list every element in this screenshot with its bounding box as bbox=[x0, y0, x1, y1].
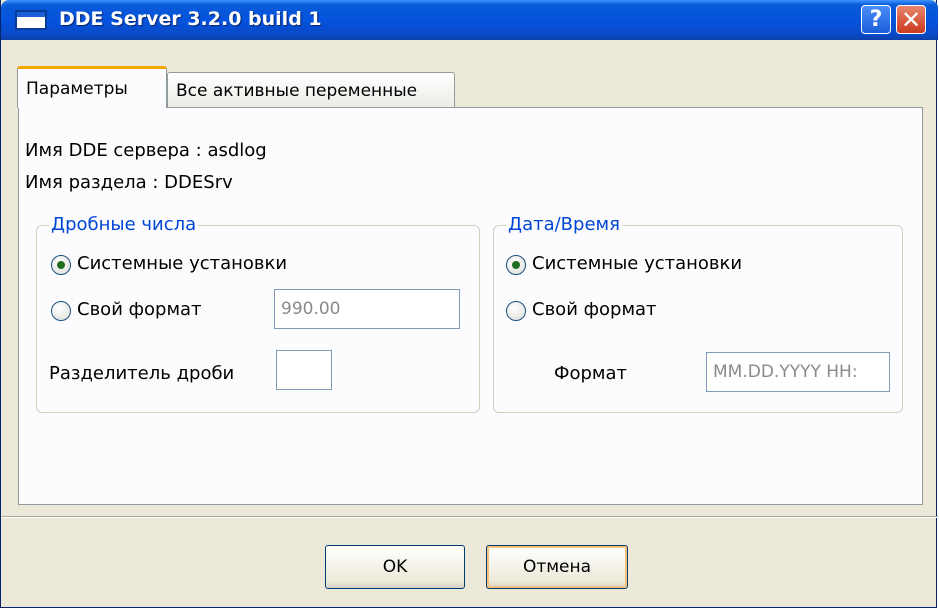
dialog-window: DDE Server 3.2.0 build 1 ? ✕ Параметры В… bbox=[0, 0, 938, 608]
datetime-system-settings-radio[interactable] bbox=[506, 255, 526, 275]
section-name: Имя раздела : DDESrv bbox=[25, 172, 233, 193]
dde-server-name: Имя DDE сервера : asdlog bbox=[25, 140, 267, 161]
window-title: DDE Server 3.2.0 build 1 bbox=[59, 8, 322, 30]
datetime-custom-format-label[interactable]: Свой формат bbox=[532, 299, 657, 320]
fraction-custom-format-radio[interactable] bbox=[51, 301, 71, 321]
datetime-system-settings-label[interactable]: Системные установки bbox=[532, 253, 742, 274]
title-bar[interactable]: DDE Server 3.2.0 build 1 ? ✕ bbox=[1, 0, 938, 40]
tab-active-variables[interactable]: Все активные переменные bbox=[167, 72, 455, 108]
fraction-format-input[interactable]: 990.00 bbox=[274, 289, 460, 329]
tab-panel-parameters: Имя DDE сервера : asdlog Имя раздела : D… bbox=[18, 107, 923, 505]
fraction-system-settings-label[interactable]: Системные установки bbox=[77, 253, 287, 274]
tab-parameters[interactable]: Параметры bbox=[17, 66, 167, 108]
close-button[interactable]: ✕ bbox=[896, 5, 926, 34]
datetime-custom-format-radio[interactable] bbox=[506, 301, 526, 321]
question-icon: ? bbox=[869, 7, 883, 32]
date-time-group: Дата/Время Системные установки Свой форм… bbox=[493, 214, 903, 413]
fractional-numbers-legend: Дробные числа bbox=[49, 214, 199, 235]
help-button[interactable]: ? bbox=[861, 5, 891, 34]
cancel-button[interactable]: Отмена bbox=[486, 545, 628, 589]
date-time-legend: Дата/Время bbox=[506, 214, 622, 235]
app-window-icon bbox=[15, 10, 47, 30]
datetime-format-label: Формат bbox=[554, 363, 628, 384]
fraction-custom-format-label[interactable]: Свой формат bbox=[77, 299, 202, 320]
decimal-separator-label: Разделитель дроби bbox=[49, 363, 235, 384]
fraction-system-settings-radio[interactable] bbox=[51, 255, 71, 275]
close-icon: ✕ bbox=[900, 5, 922, 34]
decimal-separator-input[interactable] bbox=[276, 350, 332, 390]
ok-button[interactable]: OK bbox=[325, 545, 465, 589]
footer-separator bbox=[1, 516, 938, 518]
fractional-numbers-group: Дробные числа Системные установки Свой ф… bbox=[36, 214, 480, 413]
datetime-format-input[interactable]: MM.DD.YYYY HH: bbox=[706, 352, 890, 392]
